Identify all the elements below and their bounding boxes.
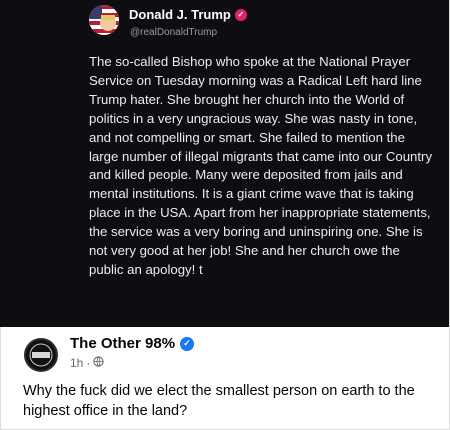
page-name[interactable]: The Other 98% xyxy=(70,335,175,352)
author-name-row: Donald J. Trump ✓ xyxy=(129,7,247,22)
page-name-row: The Other 98% ✓ xyxy=(70,335,195,352)
author-name: Donald J. Trump xyxy=(129,7,231,22)
page-avatar[interactable] xyxy=(24,338,58,372)
author-handle: @realDonaldTrump xyxy=(130,27,218,38)
post-time[interactable]: 1h xyxy=(70,356,83,370)
flag-avatar-icon xyxy=(89,5,119,35)
screenshot-text: The so-called Bishop who spoke at the Na… xyxy=(89,54,433,277)
page-logo-icon xyxy=(27,341,55,369)
post-text: Why the fuck did we elect the smallest p… xyxy=(23,383,415,419)
verified-badge-icon: ✓ xyxy=(234,8,247,21)
post-meta: 1h · xyxy=(70,356,104,370)
globe-icon xyxy=(93,356,104,370)
embedded-screenshot[interactable]: Donald J. Trump ✓ @realDonaldTrump The s… xyxy=(0,0,449,327)
meta-separator: · xyxy=(86,356,91,370)
author-avatar xyxy=(89,5,119,35)
verified-check-icon: ✓ xyxy=(180,336,195,351)
